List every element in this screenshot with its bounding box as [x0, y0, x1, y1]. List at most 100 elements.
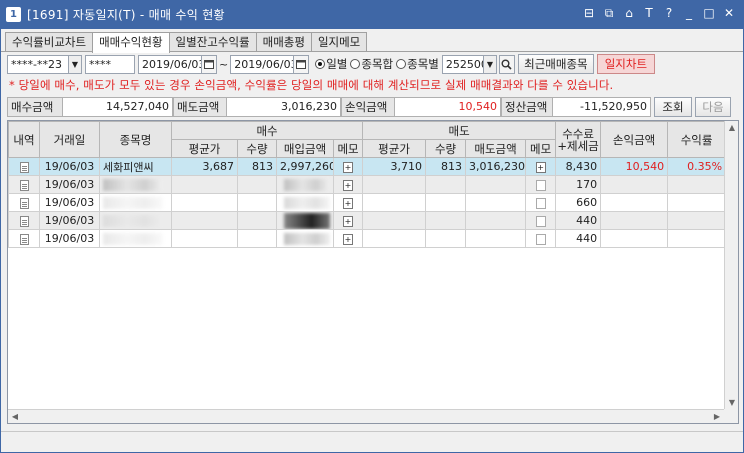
layout-icon[interactable]: ⊟	[582, 6, 596, 20]
scroll-up-icon[interactable]: ▲	[725, 121, 738, 135]
password-input[interactable]: ****	[85, 54, 135, 74]
col-header-stock-name[interactable]: 종목명	[99, 121, 172, 158]
col-header-trade-date[interactable]: 거래일	[39, 121, 100, 158]
col-header-profit[interactable]: 손익금액	[600, 121, 669, 158]
vertical-scrollbar[interactable]: ▲ ▼	[724, 121, 738, 410]
detail-cell[interactable]	[8, 157, 40, 176]
table-row[interactable]: 19/06/03 세화피앤씨 3,687 813 2,997,260 + 3,7…	[8, 157, 727, 176]
calendar-icon[interactable]	[294, 54, 310, 74]
col-header-buy: 매수	[170, 121, 364, 140]
memo-empty-icon[interactable]	[535, 215, 546, 227]
buy-memo-cell[interactable]: +	[332, 175, 364, 194]
next-button[interactable]: 다음	[695, 97, 731, 117]
document-icon[interactable]	[19, 233, 29, 245]
buy-memo-cell[interactable]: +	[332, 229, 364, 248]
radio-daily-label: 일별	[326, 57, 348, 71]
table-row[interactable]: 19/06/03 + 440	[8, 211, 727, 230]
document-icon[interactable]	[19, 179, 29, 191]
settlement-amount-value: -11,520,950	[553, 97, 651, 117]
radio-daily[interactable]: 일별	[315, 56, 347, 72]
stock-code-input[interactable]: 252500	[441, 54, 484, 74]
table-row[interactable]: 19/06/03 + 440	[8, 229, 727, 248]
memo-add-icon[interactable]: +	[535, 161, 546, 173]
scroll-left-icon[interactable]: ◀	[8, 410, 22, 423]
memo-empty-icon[interactable]	[535, 179, 546, 191]
sell-memo-cell[interactable]	[525, 193, 557, 212]
query-button[interactable]: 조회	[654, 97, 692, 117]
col-header-sell-memo[interactable]: 메모	[525, 139, 557, 158]
scroll-down-icon[interactable]: ▼	[725, 396, 738, 410]
radio-unselected-icon	[396, 59, 407, 69]
col-header-fee-tax[interactable]: 수수료 +제세금	[555, 121, 602, 158]
recent-traded-items-button[interactable]: 최근매매종목	[517, 54, 594, 74]
help-icon[interactable]: ?	[662, 6, 676, 20]
col-header-sell-amount[interactable]: 매도금액	[465, 139, 527, 158]
calendar-icon[interactable]	[202, 54, 217, 74]
sell-memo-cell[interactable]	[525, 211, 557, 230]
redacted-buy-amount	[284, 233, 330, 245]
tab-trade-profit-status[interactable]: 매매수익현황	[92, 32, 170, 53]
buy-qty-cell	[237, 211, 277, 230]
detail-cell[interactable]	[8, 175, 40, 194]
sell-memo-cell[interactable]: +	[525, 157, 557, 176]
account-dropdown-icon[interactable]: ▼	[69, 54, 82, 74]
date-to-input[interactable]: 2019/06/03	[230, 54, 295, 74]
home-icon[interactable]: ⌂	[622, 6, 636, 20]
col-header-buy-avg-price[interactable]: 평균가	[171, 139, 238, 158]
memo-empty-icon[interactable]	[535, 197, 546, 209]
detail-cell[interactable]	[8, 193, 40, 212]
tab-journal-memo[interactable]: 일지메모	[310, 32, 368, 52]
document-icon[interactable]	[19, 197, 29, 209]
account-input[interactable]: ****-**23	[7, 54, 69, 74]
radio-item-sum[interactable]: 종목합	[350, 56, 393, 72]
memo-add-icon[interactable]: +	[343, 179, 354, 191]
tab-return-compare-chart[interactable]: 수익률비교차트	[5, 32, 94, 52]
search-icon[interactable]	[498, 54, 515, 74]
stock-code-dropdown-icon[interactable]: ▼	[483, 54, 497, 74]
buy-amount-cell	[276, 229, 334, 248]
memo-add-icon[interactable]: +	[343, 161, 354, 173]
col-header-sell-qty[interactable]: 수량	[425, 139, 467, 158]
fee-tax-cell: 440	[555, 229, 602, 248]
sell-memo-cell[interactable]	[525, 229, 557, 248]
sell-qty-cell	[425, 229, 467, 248]
buy-amount-cell	[276, 211, 334, 230]
maximize-icon[interactable]: □	[702, 6, 716, 20]
fee-tax-cell: 170	[555, 175, 602, 194]
buy-memo-cell[interactable]: +	[332, 157, 364, 176]
radio-by-item[interactable]: 종목별	[396, 56, 439, 72]
col-header-buy-amount[interactable]: 매입금액	[276, 139, 334, 158]
detail-cell[interactable]	[8, 211, 40, 230]
tab-trade-review[interactable]: 매매총평	[255, 32, 312, 52]
trade-profit-grid: 내역 거래일 종목명 매수 매도 수수료 +제세금 손익금액 수익률 평균가 수…	[7, 120, 739, 424]
main-window: 수익률비교차트 매매수익현황 일별잔고수익률 매매총평 일지메모 ****-**…	[0, 29, 744, 453]
memo-add-icon[interactable]: +	[343, 197, 354, 209]
tab-daily-balance-return[interactable]: 일별잔고수익률	[168, 32, 257, 52]
memo-add-icon[interactable]: +	[343, 233, 354, 245]
detail-cell[interactable]	[8, 229, 40, 248]
horizontal-scrollbar[interactable]: ◀ ▶	[8, 409, 724, 423]
memo-add-icon[interactable]: +	[343, 215, 354, 227]
buy-memo-cell[interactable]: +	[332, 193, 364, 212]
document-icon[interactable]	[19, 215, 29, 227]
col-header-return-rate[interactable]: 수익률	[667, 121, 727, 158]
buy-memo-cell[interactable]: +	[332, 211, 364, 230]
table-row[interactable]: 19/06/03 + 170	[8, 175, 727, 194]
col-header-detail[interactable]: 내역	[8, 121, 40, 158]
col-header-buy-memo[interactable]: 메모	[332, 139, 364, 158]
journal-chart-button[interactable]: 일지차트	[596, 54, 655, 74]
col-header-sell-avg-price[interactable]: 평균가	[362, 139, 427, 158]
date-from-input[interactable]: 2019/06/03	[138, 54, 202, 74]
font-icon[interactable]: T	[642, 6, 656, 20]
memo-empty-icon[interactable]	[535, 233, 546, 245]
sell-memo-cell[interactable]	[525, 175, 557, 194]
minimize-icon[interactable]: _	[682, 6, 696, 20]
document-icon[interactable]	[19, 161, 29, 173]
close-icon[interactable]: ✕	[722, 6, 736, 20]
return-rate-cell	[667, 229, 727, 248]
copy-window-icon[interactable]: ⧉	[602, 6, 616, 20]
scroll-right-icon[interactable]: ▶	[710, 410, 724, 423]
trade-date-cell: 19/06/03	[39, 229, 100, 248]
col-header-buy-qty[interactable]: 수량	[237, 139, 277, 158]
table-row[interactable]: 19/06/03 + 660	[8, 193, 727, 212]
